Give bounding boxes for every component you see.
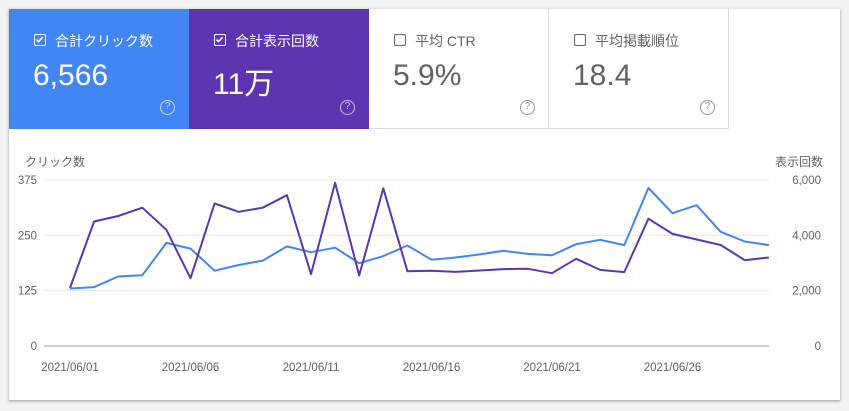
- left-y-tick-label: 250: [18, 230, 37, 242]
- right-y-tick-label: 0: [815, 341, 821, 353]
- left-y-tick-label: 375: [18, 175, 37, 187]
- x-tick-label: 2021/06/16: [403, 362, 461, 374]
- performance-card: 合計クリック数 6,566 ? 合計表示回数 11万 ? 平均 CTR 5.9%…: [9, 9, 840, 400]
- x-tick-label: 2021/06/01: [41, 362, 99, 374]
- left-y-tick-label: 125: [18, 286, 37, 298]
- x-tick-label: 2021/06/06: [162, 362, 220, 374]
- left-y-tick-label: 0: [31, 341, 37, 353]
- right-y-tick-label: 6,000: [792, 175, 821, 187]
- right-y-tick-label: 4,000: [792, 230, 821, 242]
- x-tick-label: 2021/06/11: [283, 362, 340, 374]
- x-tick-label: 2021/06/26: [644, 362, 702, 374]
- performance-line-chart: 375 6,000 250 4,000 125 2,000 0 0 2021/06/01 2021…: [18, 175, 821, 374]
- clicks-series-line: [69, 187, 770, 290]
- right-y-tick-label: 2,000: [792, 286, 821, 298]
- x-tick-label: 2021/06/21: [523, 362, 581, 374]
